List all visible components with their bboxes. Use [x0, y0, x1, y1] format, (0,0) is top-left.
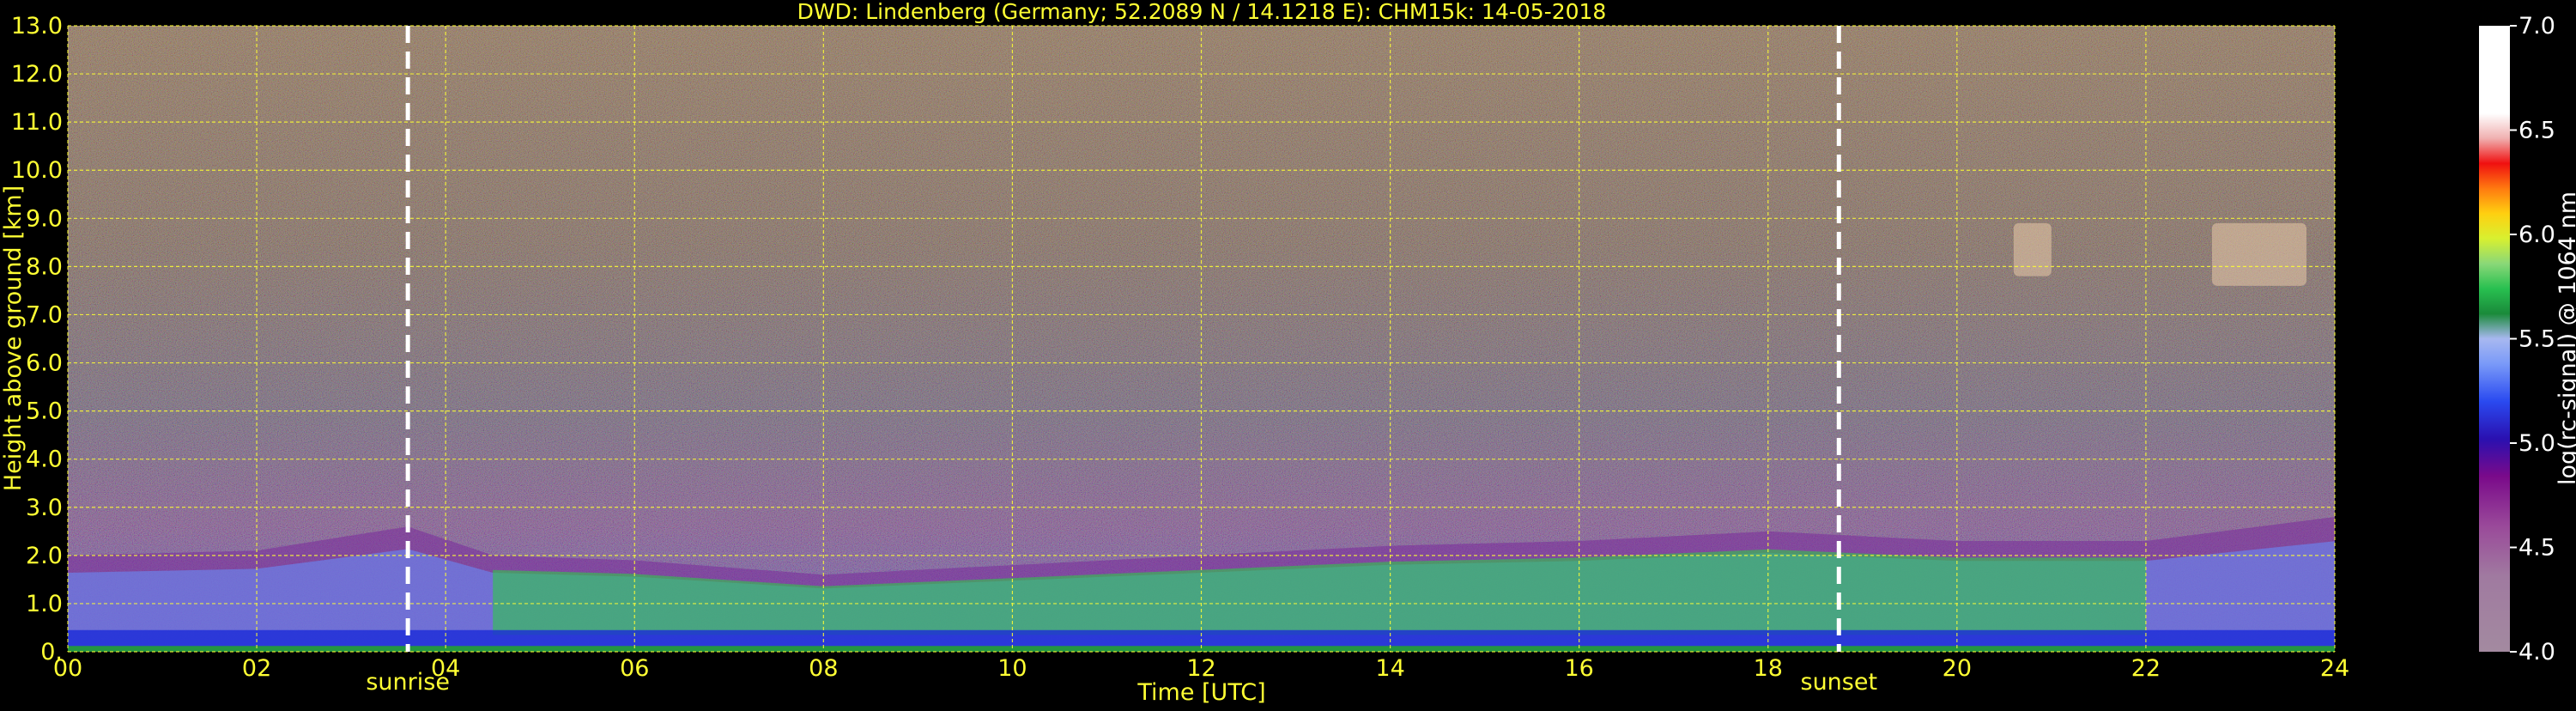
cirrus-feature — [2211, 222, 2306, 286]
x-tick-label: 02 — [242, 655, 271, 682]
x-tick-label: 22 — [2131, 655, 2161, 682]
cirrus-feature — [2013, 222, 2052, 276]
colorbar-tick-label: 7.0 — [2518, 13, 2555, 40]
colorbar-label: log(rc-signal) @ 1064 nm — [2555, 191, 2576, 485]
y-tick-label: 6.0 — [26, 350, 63, 377]
ceilometer-figure: sunrise sunset 00 02 04 06 08 10 12 14 16 18 20 22 24… — [0, 0, 2576, 708]
x-tick-label: 10 — [997, 655, 1027, 682]
colorbar: 4.0 4.5 5.0 5.5 6.0 6.5 7.0 log(rc-signal) @ 1… — [2479, 13, 2576, 665]
colorbar-tick-label: 5.5 — [2518, 326, 2555, 353]
y-tick-label: 12.0 — [11, 61, 63, 88]
x-tick-label: 12 — [1186, 655, 1215, 682]
y-tick-label: 8.0 — [26, 253, 63, 280]
colorbar-tick-label: 6.0 — [2518, 222, 2555, 248]
colorbar-ticks: 4.0 4.5 5.0 5.5 6.0 6.5 7.0 — [2510, 13, 2555, 665]
y-tick-label: 4.0 — [26, 447, 63, 473]
x-tick-label: 06 — [620, 655, 649, 682]
x-tick-label: 24 — [2320, 655, 2349, 682]
y-axis-label: Height above ground [km] — [0, 185, 27, 491]
sun-label-sunset: sunset — [1801, 669, 1878, 696]
y-tick-label: 13.0 — [11, 13, 63, 40]
y-tick-label: 10.0 — [11, 157, 63, 184]
y-tick-label: 7.0 — [26, 301, 63, 328]
y-tick-label: 9.0 — [26, 205, 63, 232]
x-tick-label: 08 — [809, 655, 838, 682]
y-tick-label: 3.0 — [26, 495, 63, 521]
x-tick-label: 16 — [1564, 655, 1593, 682]
colorbar-tick-label: 4.5 — [2518, 535, 2555, 562]
y-tick-label: 5.0 — [26, 398, 63, 425]
y-tick-label: 2.0 — [26, 543, 63, 569]
x-tick-label: 14 — [1375, 655, 1404, 682]
x-tick-label: 04 — [431, 655, 460, 682]
y-tick-label: 1.0 — [26, 591, 63, 617]
colorbar-gradient — [2479, 26, 2510, 652]
ceilometer-chart: sunrise sunset 00 02 04 06 08 10 12 14 16 18 20 22 24… — [0, 0, 2576, 706]
x-tick-label: 18 — [1754, 655, 1783, 682]
y-tick-label: 0. — [40, 639, 63, 665]
x-tick-label: 20 — [1943, 655, 1972, 682]
colorbar-tick-label: 5.0 — [2518, 430, 2555, 457]
y-tick-label: 11.0 — [11, 109, 63, 136]
colorbar-tick-label: 6.5 — [2518, 118, 2555, 144]
x-axis-label: Time [UTC] — [1136, 679, 1265, 706]
chart-title: DWD: Lindenberg (Germany; 52.2089 N / 14… — [797, 0, 1607, 24]
colorbar-tick-label: 4.0 — [2518, 639, 2555, 665]
